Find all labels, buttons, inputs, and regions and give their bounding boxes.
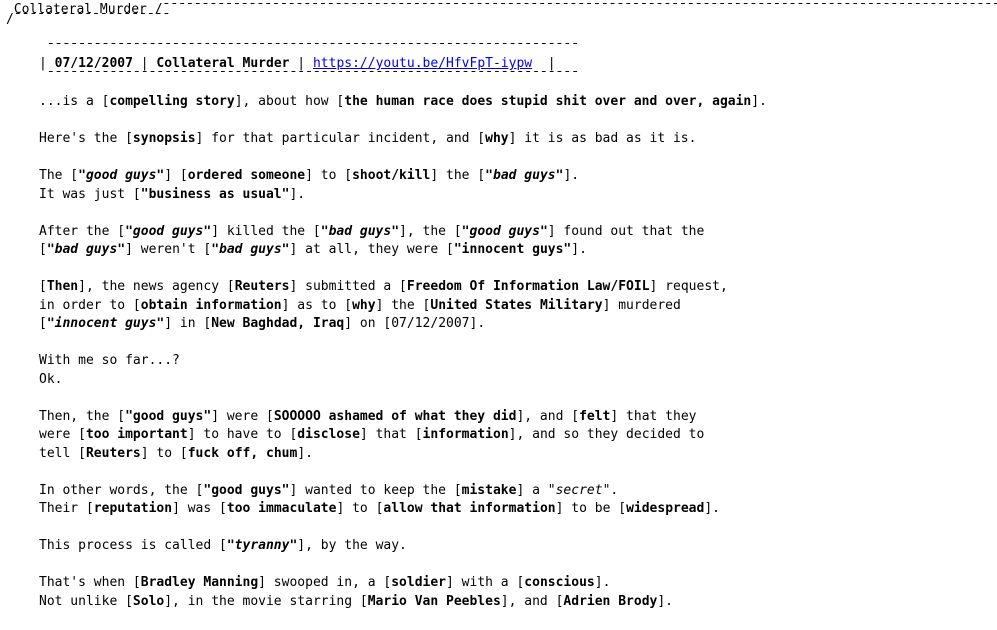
paragraph-1: ...is a [compelling story], about how [t… (39, 94, 767, 109)
paragraph-6: With me so far...? Ok. (39, 353, 180, 387)
paragraph-5: [Then], the news agency [Reuters] submit… (39, 279, 728, 331)
header-rule-bottom: ¯¯¯¯¯¯¯¯¯¯¯¯¯¯¯¯¯¯¯¯¯¯¯¯¯¯¯¯¯¯¯¯¯¯¯¯¯¯¯¯… (39, 70, 579, 85)
paragraph-2: Here's the [synopsis] for that particula… (39, 131, 697, 146)
paragraph-9: This process is called ["tyranny"], by t… (39, 538, 407, 553)
article-body: ...is a [compelling story], about how [t… (39, 93, 989, 630)
paragraph-8: In other words, the ["good guys"] wanted… (39, 482, 720, 517)
paragraph-3: The ["good guys"] [ordered someone] to [… (39, 168, 580, 202)
paragraph-4: After the ["good guys"] killed the ["bad… (39, 223, 705, 258)
paragraph-10: That's when [Bradley Manning] swooped in… (39, 575, 673, 609)
paragraph-7: Then, the ["good guys"] were [SOOOOO ash… (39, 408, 705, 461)
window-frame-underline: /¯¯¯¯¯¯¯¯¯¯¯¯¯¯¯¯¯¯¯¯ (6, 12, 171, 27)
